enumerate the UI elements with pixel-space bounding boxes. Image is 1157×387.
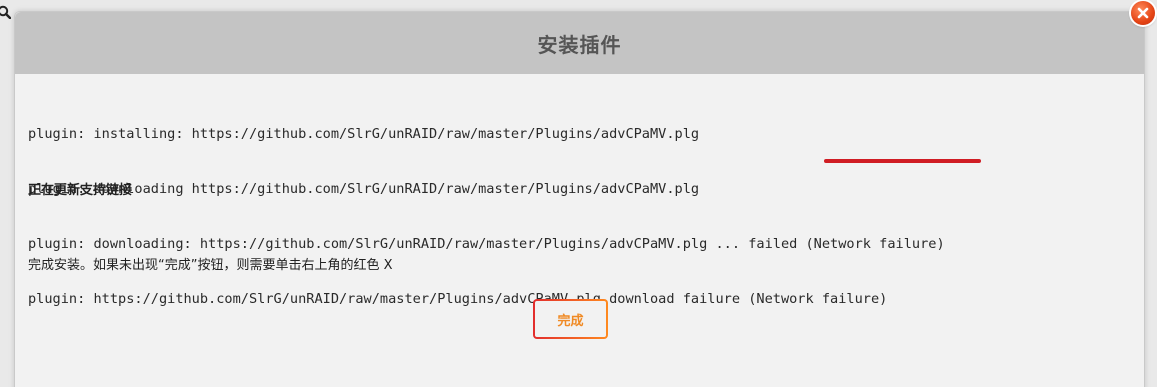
- close-icon: [1137, 4, 1149, 23]
- log-line: plugin: downloading: https://github.com/…: [28, 236, 945, 253]
- error-underline-annotation: [824, 159, 981, 163]
- page: 安装插件 plugin: installing: https://github.…: [0, 0, 1157, 387]
- dialog-title: 安装插件: [537, 32, 622, 57]
- dialog-header: 安装插件: [15, 12, 1144, 74]
- log-line: plugin: downloading https://github.com/S…: [28, 181, 700, 198]
- completion-note: 完成安装。如果未出现“完成”按钮，则需要单击右上角的红色 X: [28, 258, 393, 273]
- done-button[interactable]: 完成: [533, 299, 608, 339]
- install-plugin-dialog: 安装插件 plugin: installing: https://github.…: [14, 11, 1145, 387]
- close-button[interactable]: [1131, 1, 1155, 25]
- status-heading: 正在更新支持链接: [28, 183, 133, 198]
- install-log: plugin: installing: https://github.com/S…: [28, 88, 945, 346]
- log-line: plugin: https://github.com/SlrG/unRAID/r…: [28, 291, 888, 308]
- log-line: plugin: installing: https://github.com/S…: [28, 125, 700, 142]
- search-icon[interactable]: [0, 4, 12, 20]
